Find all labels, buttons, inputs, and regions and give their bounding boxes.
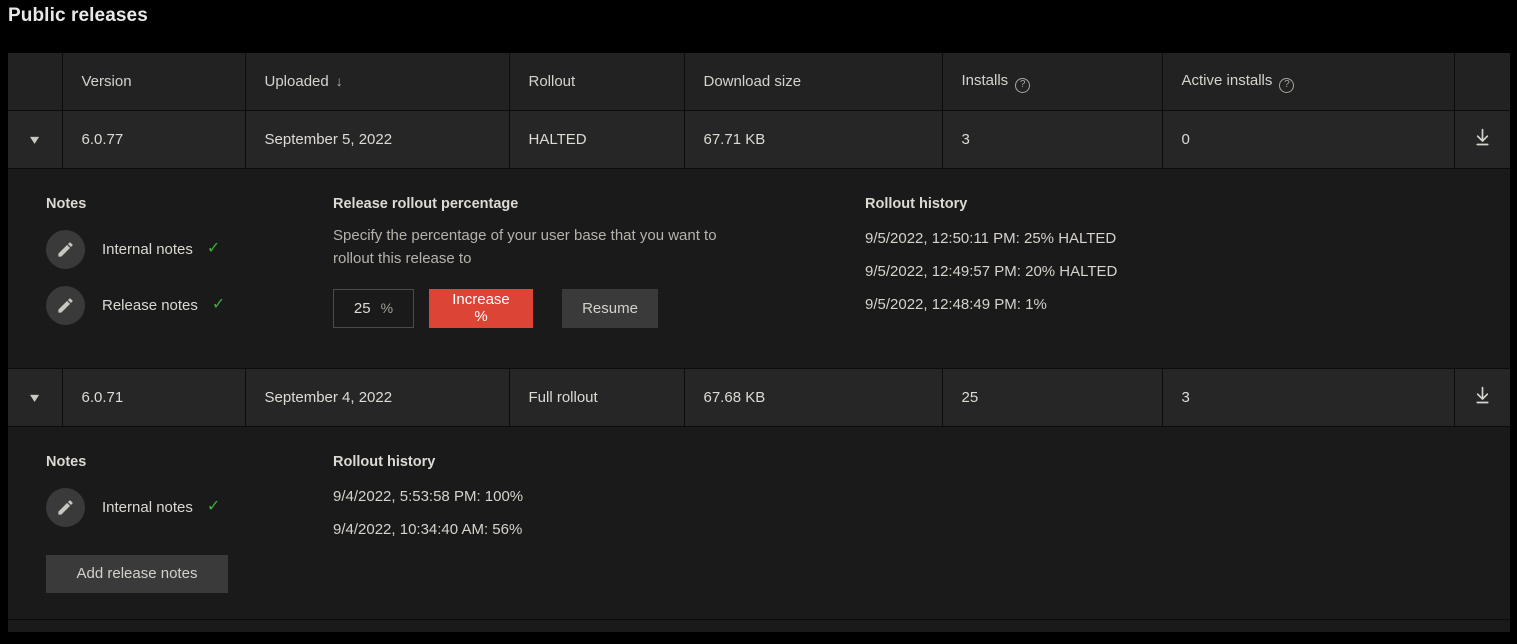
rollout-history-entry: 9/5/2022, 12:50:11 PM: 25% HALTED <box>865 229 1117 247</box>
column-header-download <box>1454 53 1510 111</box>
column-header-uploaded-label: Uploaded <box>264 72 329 90</box>
download-button[interactable] <box>1454 110 1510 169</box>
table-row[interactable]: ▾ 6.0.71 September 4, 2022 Full rollout … <box>8 368 1510 427</box>
column-header-installs-label: Installs <box>961 71 1009 89</box>
cell-active-installs: 3 <box>1162 368 1455 427</box>
rollout-percentage-description: Specify the percentage of your user base… <box>333 226 717 267</box>
row-expand-toggle[interactable]: ▾ <box>8 110 63 169</box>
rollout-history-section: Rollout history 9/4/2022, 5:53:58 PM: 10… <box>333 454 933 593</box>
notes-heading: Notes <box>46 453 87 470</box>
rollout-history-heading: Rollout history <box>333 453 436 470</box>
chevron-down-icon[interactable]: ▾ <box>30 132 39 146</box>
download-icon[interactable] <box>1472 127 1493 152</box>
note-item-release-notes[interactable]: Release notes ✓ <box>46 285 333 325</box>
add-release-notes-button[interactable]: Add release notes <box>46 554 228 593</box>
page-title: Public releases <box>8 5 148 26</box>
download-icon[interactable] <box>1472 385 1493 410</box>
increase-percentage-button[interactable]: Increase % <box>429 288 533 328</box>
rollout-history-heading: Rollout history <box>865 195 968 212</box>
chevron-down-icon[interactable]: ▾ <box>30 390 39 404</box>
note-item-internal-notes[interactable]: Internal notes ✓ <box>46 487 333 527</box>
note-label: Internal notes <box>102 240 193 258</box>
pencil-icon[interactable] <box>46 285 85 325</box>
notes-heading: Notes <box>46 195 87 212</box>
notes-section: Notes Internal notes ✓ <box>8 454 333 593</box>
table-header: Version Uploaded ↓ Rollout Download size … <box>8 53 1510 111</box>
sort-arrow-down-icon: ↓ <box>335 72 343 89</box>
pencil-icon[interactable] <box>46 229 85 269</box>
percent-sign: % <box>380 300 394 316</box>
cell-version: 6.0.71 <box>62 368 246 427</box>
column-header-installs[interactable]: Installs? <box>942 53 1163 111</box>
table-row[interactable]: ▾ 6.0.77 September 5, 2022 HALTED 67.71 … <box>8 110 1510 169</box>
row-detail-cell: Notes Internal notes ✓ <box>8 168 1510 369</box>
cell-rollout: HALTED <box>509 110 685 169</box>
cell-version: 6.0.77 <box>62 110 246 169</box>
cell-download-size: 67.68 KB <box>684 368 943 427</box>
column-header-toggle <box>8 53 63 111</box>
pencil-icon[interactable] <box>46 487 85 527</box>
rollout-history-entry: 9/5/2022, 12:49:57 PM: 20% HALTED <box>865 262 1118 280</box>
row-detail-panel: Notes Internal notes ✓ <box>8 168 1510 369</box>
rollout-history-entry: 9/5/2022, 12:48:49 PM: 1% <box>865 295 1047 313</box>
rollout-percentage-value: 25 <box>353 299 371 317</box>
question-circle-icon[interactable]: ? <box>1279 77 1295 93</box>
releases-table-container: Version Uploaded ↓ Rollout Download size … <box>8 53 1510 632</box>
column-header-active-installs[interactable]: Active installs? <box>1162 53 1455 111</box>
resume-button[interactable]: Resume <box>562 288 658 328</box>
column-header-uploaded[interactable]: Uploaded ↓ <box>245 53 510 111</box>
cell-download-size: 67.71 KB <box>684 110 943 169</box>
column-header-rollout[interactable]: Rollout <box>509 53 685 111</box>
releases-table: Version Uploaded ↓ Rollout Download size … <box>8 53 1510 620</box>
rollout-percentage-input[interactable]: 25 % <box>333 288 414 328</box>
question-circle-icon[interactable]: ? <box>1015 77 1031 93</box>
cell-rollout: Full rollout <box>509 368 685 427</box>
cell-installs: 25 <box>942 368 1163 427</box>
rollout-percentage-section: Release rollout percentage Specify the p… <box>333 196 865 342</box>
column-header-download-size[interactable]: Download size <box>684 53 943 111</box>
table-header-row: Version Uploaded ↓ Rollout Download size … <box>8 53 1510 111</box>
rollout-history-entry: 9/4/2022, 5:53:58 PM: 100% <box>333 487 524 505</box>
release-detail: Notes Internal notes ✓ <box>8 427 1510 619</box>
note-label: Release notes <box>102 296 198 314</box>
cell-active-installs: 0 <box>1162 110 1455 169</box>
note-label: Internal notes <box>102 498 193 516</box>
column-header-active-installs-label: Active installs <box>1181 71 1273 89</box>
cell-installs: 3 <box>942 110 1163 169</box>
rollout-percentage-heading: Release rollout percentage <box>333 195 519 212</box>
rollout-history-section: Rollout history 9/5/2022, 12:50:11 PM: 2… <box>865 196 1510 342</box>
column-header-version[interactable]: Version <box>62 53 246 111</box>
release-detail: Notes Internal notes ✓ <box>8 169 1510 368</box>
row-detail-panel: Notes Internal notes ✓ <box>8 426 1510 620</box>
note-item-internal-notes[interactable]: Internal notes ✓ <box>46 229 333 269</box>
check-icon: ✓ <box>211 296 226 313</box>
rollout-controls: 25 % Increase % Resume <box>333 288 865 328</box>
cell-uploaded: September 4, 2022 <box>245 368 510 427</box>
notes-section: Notes Internal notes ✓ <box>8 196 333 342</box>
download-button[interactable] <box>1454 368 1510 427</box>
check-icon: ✓ <box>206 240 221 257</box>
rollout-history-entry: 9/4/2022, 10:34:40 AM: 56% <box>333 520 523 538</box>
table-body: ▾ 6.0.77 September 5, 2022 HALTED 67.71 … <box>8 110 1510 620</box>
public-releases-page: Public releases Version Uploaded ↓ Rollou… <box>0 0 1517 644</box>
row-detail-cell: Notes Internal notes ✓ <box>8 426 1510 620</box>
check-icon: ✓ <box>206 498 221 515</box>
row-expand-toggle[interactable]: ▾ <box>8 368 63 427</box>
cell-uploaded: September 5, 2022 <box>245 110 510 169</box>
